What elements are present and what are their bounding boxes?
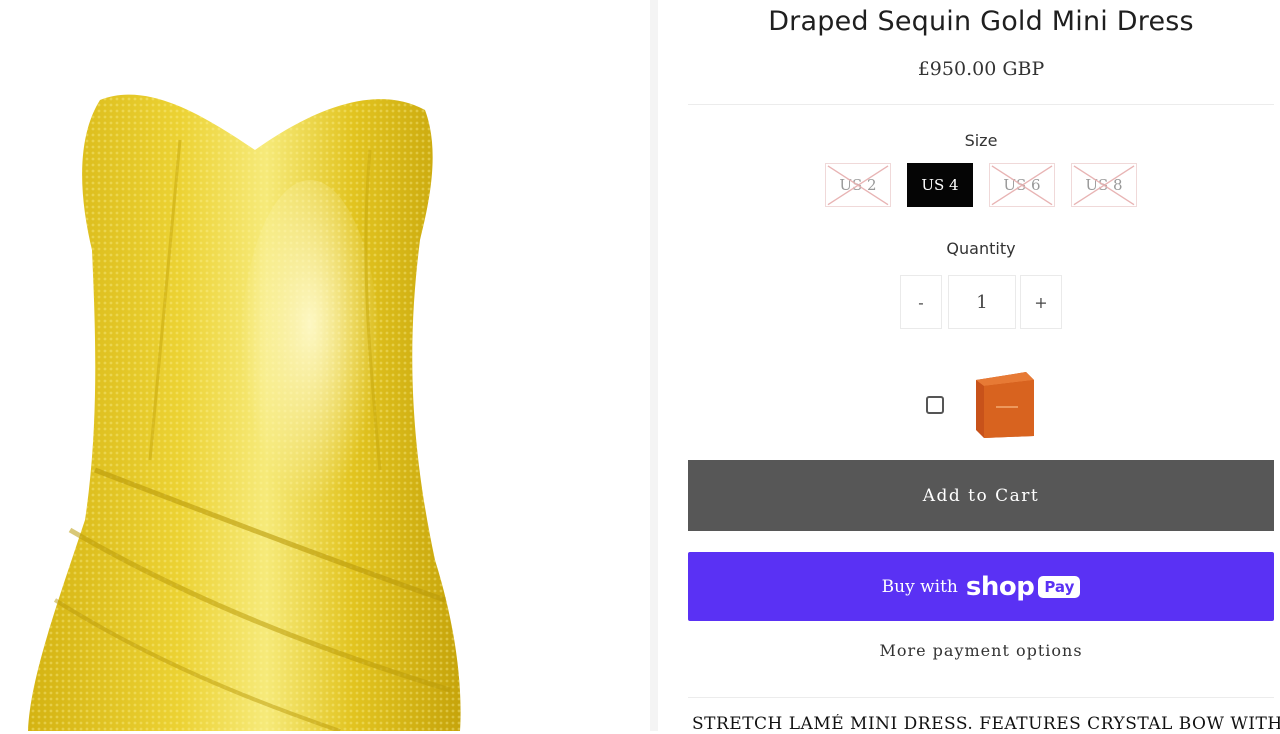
product-info-panel: Draped Sequin Gold Mini Dress £950.00 GB… [688,0,1280,734]
size-label: Size [964,131,998,150]
price-divider [688,104,1274,105]
panel-divider [650,0,658,731]
more-payment-options-link[interactable]: More payment options [688,641,1274,660]
quantity-label: Quantity [946,239,1016,258]
size-option-us6[interactable]: US 6 [989,163,1055,207]
product-photo [28,94,461,731]
quantity-decrement-button[interactable]: - [900,275,942,329]
product-title: Draped Sequin Gold Mini Dress [768,6,1194,37]
quantity-increment-button[interactable]: + [1020,275,1062,329]
shop-logo-word: shop [965,571,1035,602]
gift-box-image [976,372,1034,438]
gift-box-checkbox[interactable] [926,396,944,414]
size-option-label: US 2 [839,176,877,194]
size-option-us2[interactable]: US 2 [825,163,891,207]
product-image-panel[interactable] [0,0,650,731]
buy-with-label: Buy with [881,576,958,597]
product-description: STRETCH LAMÉ MINI DRESS. FEATURES CRYSTA… [692,714,1280,734]
product-price: £950.00 GBP [917,58,1045,80]
size-option-label: US 8 [1085,176,1123,194]
size-option-us4[interactable]: US 4 [907,163,973,207]
size-option-us8[interactable]: US 8 [1071,163,1137,207]
shop-pay-button[interactable]: Buy with shop Pay [688,552,1274,621]
quantity-input[interactable]: 1 [948,275,1016,329]
pay-badge: Pay [1038,575,1081,598]
size-option-label: US 4 [921,176,959,194]
size-option-label: US 6 [1003,176,1041,194]
add-to-cart-button[interactable]: Add to Cart [688,460,1274,531]
description-divider [688,697,1274,698]
